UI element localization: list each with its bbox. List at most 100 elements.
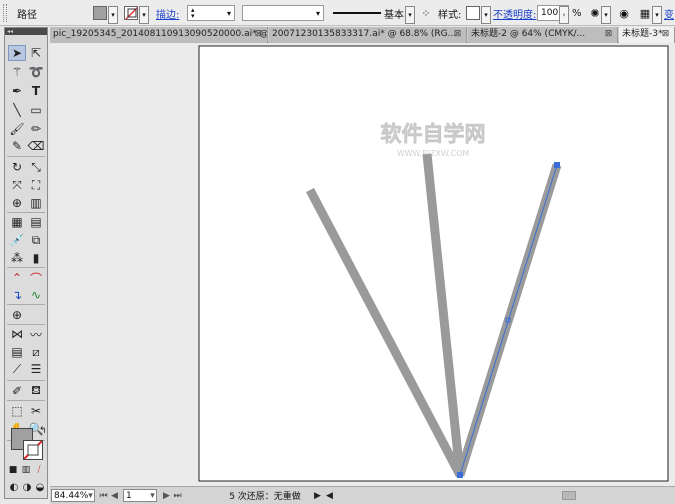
knife-tool-icon[interactable]: ✂ [27, 403, 45, 419]
chevron-down-icon[interactable]: ▾ [227, 9, 231, 18]
next-artboard-icon[interactable]: ▶ [162, 489, 171, 502]
magic-wand-tool-icon[interactable]: ⚚ [8, 64, 26, 80]
swap-colors-icon[interactable]: ↰ [39, 426, 47, 436]
perspective-grid-tool-icon[interactable]: ▥ [27, 195, 45, 211]
brush-options-icon[interactable]: ⁘ [419, 4, 433, 22]
eyedropper-tool-icon[interactable]: 💉 [8, 232, 26, 248]
stroke-panel-link[interactable]: 描边: [156, 4, 179, 22]
draw-inside-icon[interactable]: ◒ [34, 481, 46, 493]
shape-builder-tool-icon[interactable]: ⊕ [8, 195, 26, 211]
blob-brush-tool-icon[interactable]: ✎ [8, 138, 26, 154]
opacity-arrow[interactable]: › [559, 6, 569, 24]
stroke-dropdown[interactable]: ▾ [139, 6, 149, 24]
close-tab-icon[interactable]: ⊠ [253, 27, 264, 42]
opacity-panel-link[interactable]: 不透明度: [493, 4, 536, 22]
canvas-svg[interactable]: 软件自学网 WWW.RJZXW.COM [50, 44, 675, 486]
object-type-label: 路径 [17, 9, 37, 21]
fill-swatch[interactable] [93, 6, 107, 20]
graphic-style-swatch[interactable] [466, 6, 480, 20]
crosshair-tool-icon[interactable]: ⊕ [8, 307, 26, 323]
align-icon[interactable]: ▦ [638, 4, 652, 22]
gradient-mode-icon[interactable]: ▥ [21, 465, 31, 475]
line-tool-icon[interactable]: ╲ [8, 102, 26, 118]
tools-panel-header[interactable]: ◂◂ [5, 28, 47, 35]
list-tool-icon[interactable]: ☰ [27, 361, 45, 377]
rotate-tool-icon[interactable]: ↻ [8, 159, 26, 175]
envelope-tool-icon[interactable]: ⋈ [8, 326, 26, 342]
stroke-swatch[interactable] [124, 6, 138, 20]
symbol-sprayer-tool-icon[interactable]: ⁂ [8, 250, 26, 266]
panel-grip[interactable] [3, 4, 7, 22]
pen-tool-icon[interactable]: ✒ [8, 83, 26, 99]
profile-dropdown[interactable]: ▾ [405, 6, 415, 24]
profile-label: 基本 [384, 9, 404, 21]
artboard-dropdown-icon[interactable]: ▾ [148, 489, 157, 502]
stroke-profile-preview[interactable] [333, 4, 383, 22]
stroke-weight-stepper-icon[interactable]: ▴ ▾ [191, 7, 195, 20]
tab-document-active[interactable]: 未标题-3* ⊠ [619, 27, 675, 43]
tools-divider [7, 212, 45, 213]
mesh-tool-icon[interactable]: ▦ [8, 214, 26, 230]
close-tab-icon[interactable]: ⊠ [452, 27, 463, 42]
color-mode-icon[interactable]: ■ [8, 465, 18, 475]
align-dropdown[interactable]: ▾ [652, 6, 662, 24]
draw-normal-icon[interactable]: ◐ [8, 481, 20, 493]
live-paint-tool-icon[interactable]: ⛾ [27, 383, 45, 399]
type-tool-icon[interactable]: T [27, 83, 45, 99]
paintbrush-tool-icon[interactable]: 🖌 [8, 121, 26, 137]
graph-line-tool-icon[interactable]: ⟋ [8, 361, 26, 377]
chevron-down-icon[interactable]: ▾ [316, 9, 320, 18]
scale-tool-icon[interactable]: ⤡ [27, 159, 45, 175]
draw-behind-icon[interactable]: ◑ [21, 481, 33, 493]
selection-tool-icon[interactable]: ➤ [8, 45, 26, 61]
close-tab-icon[interactable]: ⊠ [660, 27, 671, 42]
close-tab-icon[interactable]: ⊠ [603, 27, 614, 42]
anchor-point-bottom[interactable] [457, 472, 463, 478]
prev-artboard-icon[interactable]: ◀ [110, 489, 119, 502]
slice-tool-icon[interactable]: ⧄ [27, 344, 45, 360]
width-tool-icon[interactable]: ⤧ [8, 177, 26, 193]
recolor-dropdown[interactable]: ▾ [601, 6, 611, 24]
convert-anchor-tool-icon[interactable]: ⌒ [27, 270, 45, 286]
tab-document-1[interactable]: pic_19205345_201408110913090520000.ai* @… [50, 27, 268, 43]
smooth-tool-icon[interactable]: ∿ [27, 287, 45, 303]
horizontal-scrollbar-thumb[interactable] [562, 491, 576, 500]
direct-selection-tool-icon[interactable]: ⇱ [27, 45, 45, 61]
stroke-color-box[interactable] [23, 440, 43, 460]
none-mode-icon[interactable]: ⧸ [34, 465, 44, 475]
chart-tool-icon[interactable]: ▤ [8, 344, 26, 360]
scroll-left-icon[interactable]: ◀ [325, 489, 334, 502]
zoom-dropdown-icon[interactable]: ▾ [86, 489, 95, 502]
anchor-point-tool-icon[interactable]: ⌃ [8, 270, 26, 286]
stroke-weight-field[interactable]: ▴ ▾ ▾ [187, 5, 235, 21]
status-menu-arrow-icon[interactable]: ▶ [313, 489, 322, 502]
path-curve-tool-icon[interactable]: ↴ [8, 287, 26, 303]
artboard-tool-icon[interactable]: ⬚ [8, 403, 26, 419]
warp-tool-icon[interactable]: 〰 [27, 326, 45, 342]
variable-width-field[interactable]: ▾ [242, 5, 324, 21]
transform-panel-link[interactable]: 变 [664, 4, 674, 22]
measure-tool-icon[interactable]: ✐ [8, 383, 26, 399]
eraser-tool-icon[interactable]: ⌫ [27, 138, 45, 154]
rectangle-tool-icon[interactable]: ▭ [27, 102, 45, 118]
watermark-subtitle: WWW.RJZXW.COM [397, 149, 470, 158]
tab-document-3[interactable]: 未标题-2 @ 64% (CMYK/... ⊠ [468, 27, 618, 43]
canvas-area[interactable]: 软件自学网 WWW.RJZXW.COM [50, 44, 675, 486]
tools-divider [7, 400, 45, 401]
last-artboard-icon[interactable]: ⏭ [173, 489, 182, 502]
blend-tool-icon[interactable]: ⧉ [27, 232, 45, 248]
profile-line-icon [333, 12, 381, 14]
recolor-icon[interactable]: ✺ [588, 4, 602, 22]
pencil-tool-icon[interactable]: ✏ [27, 121, 45, 137]
lasso-tool-icon[interactable]: ➰ [27, 64, 45, 80]
anchor-point-top[interactable] [554, 162, 560, 168]
isolate-icon[interactable]: ◉ [617, 4, 631, 22]
fill-dropdown[interactable]: ▾ [108, 6, 118, 24]
first-artboard-icon[interactable]: ⏮ [99, 489, 108, 502]
free-transform-tool-icon[interactable]: ⛶ [27, 177, 45, 193]
column-graph-tool-icon[interactable]: ▮ [27, 250, 45, 266]
tab-document-2[interactable]: 20071230135833317.ai* @ 68.8% (RG... ⊠ [269, 27, 467, 43]
illustrator-window: 路径 ▾ ▾ 描边: ▴ ▾ ▾ ▾ 基本 ▾ ⁘ 样式: ▾ 不透明度: 100… [0, 0, 675, 504]
gradient-tool-icon[interactable]: ▤ [27, 214, 45, 230]
graphic-style-dropdown[interactable]: ▾ [481, 6, 491, 24]
